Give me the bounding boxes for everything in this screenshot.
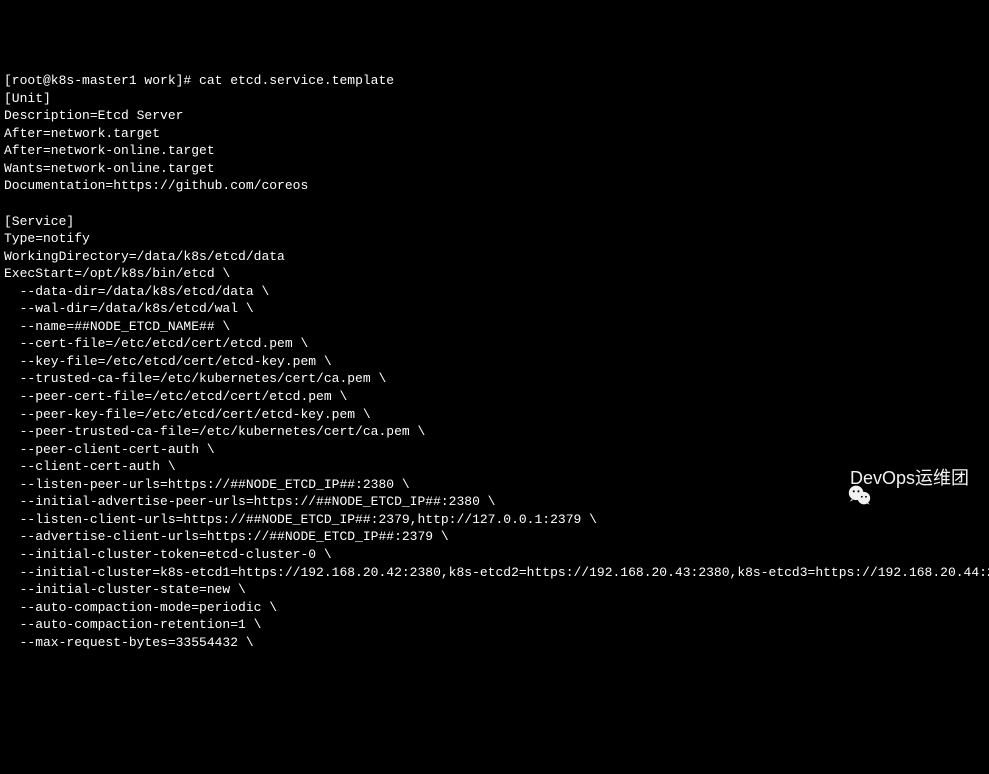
terminal-command-line: [root@k8s-master1 work]# cat etcd.servic…	[4, 72, 985, 90]
wechat-icon	[816, 465, 842, 491]
shell-command: cat etcd.service.template	[199, 73, 394, 88]
terminal-output[interactable]: [root@k8s-master1 work]# cat etcd.servic…	[4, 72, 985, 651]
file-content: [Unit] Description=Etcd Server After=net…	[4, 91, 989, 650]
shell-prompt: [root@k8s-master1 work]#	[4, 73, 199, 88]
watermark: DevOps运维团	[816, 465, 969, 491]
